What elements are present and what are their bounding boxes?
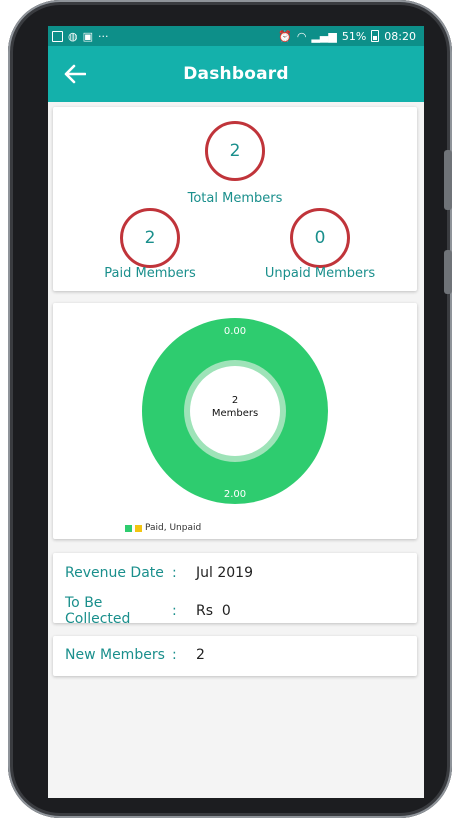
chart-legend: Paid, Unpaid bbox=[125, 523, 201, 533]
new-members-card: New Members : 2 bbox=[53, 636, 417, 676]
page-title: Dashboard bbox=[183, 64, 289, 84]
new-members-label: New Members bbox=[65, 647, 165, 663]
center-count-label: 2 bbox=[232, 395, 238, 406]
members-chart-card: 0.00 2.00 2 Members Paid, Unpaid bbox=[53, 303, 417, 539]
donut-chart[interactable]: 0.00 2.00 2 Members bbox=[53, 303, 417, 539]
image-icon bbox=[52, 30, 63, 42]
unpaid-members-label: Unpaid Members bbox=[264, 266, 376, 281]
data-label-paid: 2.00 bbox=[224, 489, 246, 500]
paid-members-label: Paid Members bbox=[104, 266, 196, 281]
colon: : bbox=[172, 603, 177, 619]
dribbble-icon: ◍ bbox=[68, 29, 78, 43]
volume-button bbox=[444, 150, 452, 210]
legend-swatch-unpaid bbox=[135, 524, 142, 532]
data-label-unpaid: 0.00 bbox=[224, 326, 246, 337]
unpaid-members-ring[interactable]: 0 bbox=[290, 208, 350, 268]
revenue-date-label: Revenue Date bbox=[65, 565, 164, 581]
unpaid-members-count: 0 bbox=[314, 228, 326, 248]
battery-icon bbox=[371, 30, 380, 42]
total-members-label: Total Members bbox=[187, 191, 283, 206]
status-bar: ◍ ▣ ··· ⏰ ◠ ▂▄▆ 51% 08:20 bbox=[48, 26, 424, 46]
signal-icon: ▂▄▆ bbox=[311, 29, 337, 43]
power-button bbox=[444, 250, 452, 294]
alarm-icon: ⏰ bbox=[278, 29, 292, 43]
center-members-label: Members bbox=[212, 408, 258, 419]
paid-members-ring[interactable]: 2 bbox=[120, 208, 180, 268]
legend-label: Paid, Unpaid bbox=[145, 523, 202, 533]
total-members-count: 2 bbox=[229, 141, 241, 161]
members-stats-card: 2 Total Members 2 Paid Members 0 Unpaid … bbox=[53, 107, 417, 291]
app-bar: Dashboard bbox=[48, 46, 424, 102]
phone-frame: ◍ ▣ ··· ⏰ ◠ ▂▄▆ 51% 08:20 Dashboard 2 To… bbox=[8, 0, 452, 818]
to-be-collected-row: To Be Collected : Rs 0 bbox=[65, 595, 231, 627]
revenue-card: Revenue Date : Jul 2019 To Be Collected … bbox=[53, 553, 417, 627]
wifi-icon: ◠ bbox=[296, 29, 307, 43]
colon: : bbox=[172, 647, 177, 663]
to-be-collected-label: To Be Collected bbox=[65, 595, 131, 627]
legend-swatch-paid bbox=[125, 524, 132, 532]
paid-members-count: 2 bbox=[144, 228, 156, 248]
more-icon: ··· bbox=[98, 29, 109, 43]
total-members-ring[interactable]: 2 bbox=[205, 121, 265, 181]
new-members-row: New Members : 2 bbox=[65, 647, 205, 663]
battery-percent: 51% bbox=[341, 29, 367, 43]
revenue-date-value: Jul 2019 bbox=[196, 565, 253, 581]
new-members-value: 2 bbox=[196, 647, 205, 663]
revenue-date-row: Revenue Date : Jul 2019 bbox=[65, 565, 253, 581]
clock: 08:20 bbox=[384, 29, 416, 43]
to-be-collected-value: Rs 0 bbox=[196, 603, 231, 619]
outlook-icon: ▣ bbox=[82, 29, 94, 43]
app-screen: ◍ ▣ ··· ⏰ ◠ ▂▄▆ 51% 08:20 Dashboard 2 To… bbox=[48, 26, 424, 798]
colon: : bbox=[172, 565, 177, 581]
